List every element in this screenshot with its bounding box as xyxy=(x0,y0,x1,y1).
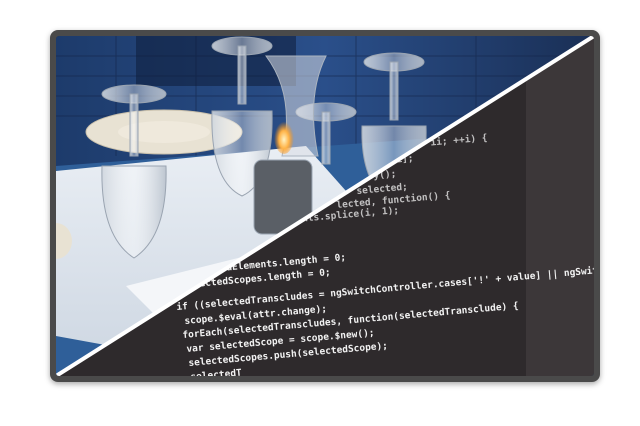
split-photo: value) {ii; ++i) {.length; i < ii; ++i) … xyxy=(56,36,594,376)
photo-frame: value) {ii; ++i) {.length; i < ii; ++i) … xyxy=(50,30,600,382)
diagonal-divider xyxy=(56,36,594,376)
